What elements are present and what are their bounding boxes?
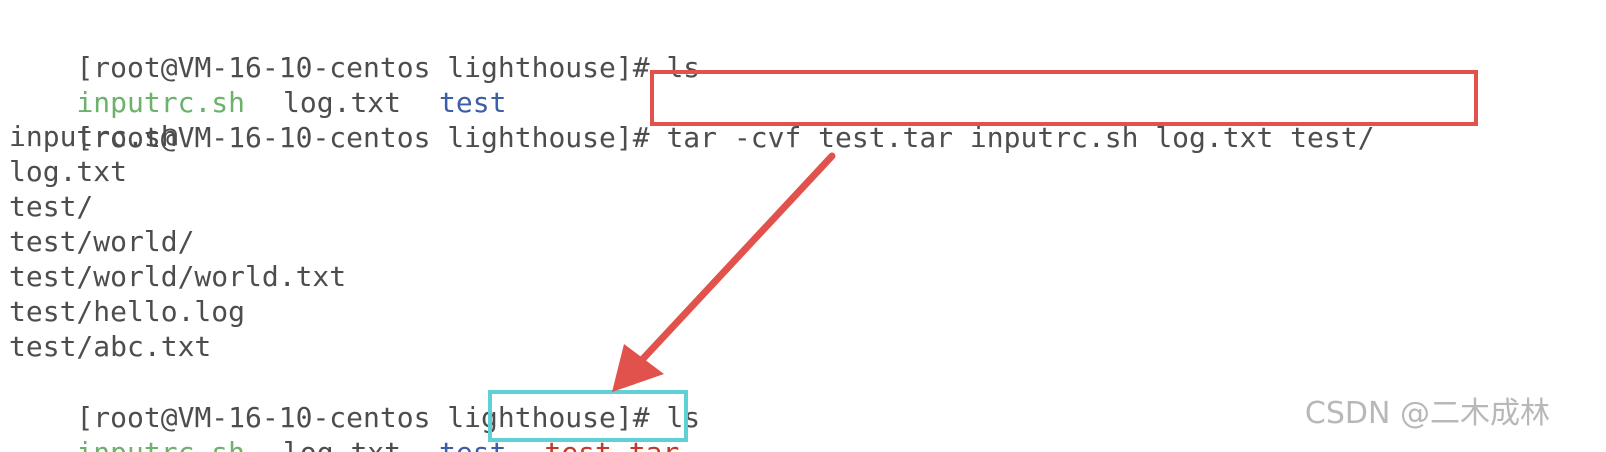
terminal-line-1: [root@VM-16-10-centos lighthouse]# ls bbox=[9, 14, 700, 84]
tar-output-line: log.txt bbox=[9, 155, 128, 188]
watermark-text: CSDN @二木成林 bbox=[1304, 396, 1550, 431]
file-inputrc-sh: inputrc.sh bbox=[76, 436, 245, 452]
tar-output-line: test/hello.log bbox=[9, 295, 246, 328]
tar-output-line: test/world/ bbox=[9, 225, 195, 258]
tar-output-line: test/ bbox=[9, 190, 94, 223]
tar-output-line: inputrc.sh bbox=[9, 120, 178, 153]
ls-output-line: inputrc.sh log.txt test bbox=[9, 49, 506, 119]
command-highlight-box bbox=[650, 70, 1478, 126]
terminal-window[interactable]: [root@VM-16-10-centos lighthouse]# ls in… bbox=[0, 0, 1606, 452]
tar-output-line: test/abc.txt bbox=[9, 330, 212, 363]
tar-output-line: test/world/world.txt bbox=[9, 260, 347, 293]
result-highlight-box bbox=[488, 390, 688, 442]
file-log-txt: log.txt bbox=[283, 436, 401, 452]
